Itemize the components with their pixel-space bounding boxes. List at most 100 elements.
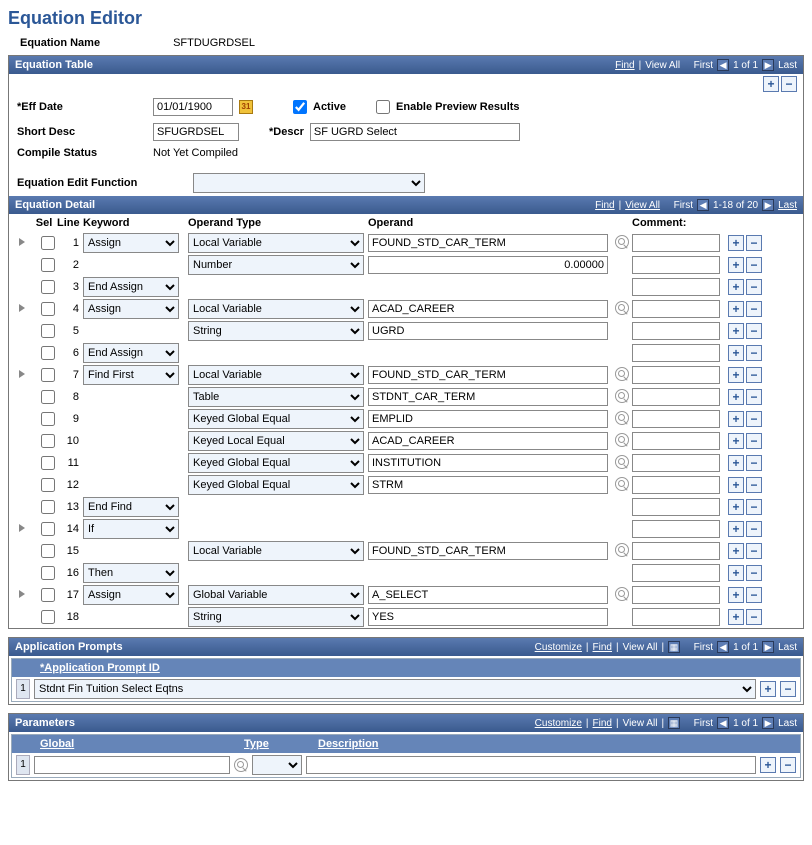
operand-input[interactable] (368, 366, 608, 384)
keyword-select[interactable]: Then (83, 563, 179, 583)
row-add-button[interactable]: + (728, 411, 744, 427)
row-add-button[interactable]: + (728, 279, 744, 295)
row-add-button[interactable]: + (728, 345, 744, 361)
lookup-icon[interactable] (615, 235, 629, 249)
pm-type-select[interactable] (252, 755, 302, 775)
lookup-icon[interactable] (234, 758, 248, 772)
operand-input[interactable] (368, 432, 608, 450)
row-remove-button[interactable]: − (746, 543, 762, 559)
ap-viewall-link[interactable]: View All (623, 642, 658, 653)
operand-type-select[interactable]: String (188, 607, 364, 627)
find-link[interactable]: Find (615, 60, 634, 71)
row-add-button[interactable]: + (728, 455, 744, 471)
row-remove-button[interactable]: − (746, 301, 762, 317)
grid-icon[interactable]: ▦ (668, 641, 680, 653)
expand-icon[interactable] (19, 590, 25, 598)
comment-input[interactable] (632, 234, 720, 252)
operand-input[interactable] (368, 476, 608, 494)
row-remove-button[interactable]: − (746, 587, 762, 603)
row-remove-button[interactable]: − (746, 609, 762, 625)
operand-input[interactable] (368, 322, 608, 340)
operand-input[interactable] (368, 586, 608, 604)
keyword-select[interactable]: If (83, 519, 179, 539)
pm-col-global[interactable]: Global (40, 738, 74, 750)
first-link[interactable]: First (694, 60, 713, 71)
comment-input[interactable] (632, 256, 720, 274)
expand-icon[interactable] (19, 304, 25, 312)
ap-add-button[interactable]: + (760, 681, 776, 697)
comment-input[interactable] (632, 278, 720, 296)
operand-type-select[interactable]: Keyed Local Equal (188, 431, 364, 451)
expand-icon[interactable] (19, 524, 25, 532)
comment-input[interactable] (632, 300, 720, 318)
lookup-icon[interactable] (615, 543, 629, 557)
comment-input[interactable] (632, 498, 720, 516)
row-remove-button[interactable]: − (746, 345, 762, 361)
operand-type-select[interactable]: Keyed Global Equal (188, 453, 364, 473)
row-remove-button[interactable]: − (746, 521, 762, 537)
short-desc-input[interactable] (153, 123, 239, 141)
row-add-button[interactable]: + (728, 609, 744, 625)
row-remove-button[interactable]: − (746, 389, 762, 405)
prev-icon[interactable]: ◀ (717, 59, 729, 71)
pm-global-input[interactable] (34, 756, 230, 774)
ap-customize-link[interactable]: Customize (535, 642, 582, 653)
keyword-select[interactable]: End Find (83, 497, 179, 517)
row-add-button[interactable]: + (728, 301, 744, 317)
comment-input[interactable] (632, 410, 720, 428)
comment-input[interactable] (632, 608, 720, 626)
add-row-button[interactable]: + (763, 76, 779, 92)
operand-type-select[interactable]: Local Variable (188, 365, 364, 385)
enable-preview-checkbox[interactable] (376, 100, 390, 114)
comment-input[interactable] (632, 432, 720, 450)
pm-find-link[interactable]: Find (593, 718, 612, 729)
row-remove-button[interactable]: − (746, 455, 762, 471)
lookup-icon[interactable] (615, 367, 629, 381)
operand-input[interactable] (368, 454, 608, 472)
operand-type-select[interactable]: Keyed Global Equal (188, 475, 364, 495)
operand-input[interactable] (368, 256, 608, 274)
operand-input[interactable] (368, 608, 608, 626)
keyword-select[interactable]: Assign (83, 233, 179, 253)
operand-input[interactable] (368, 234, 608, 252)
row-remove-button[interactable]: − (746, 499, 762, 515)
lookup-icon[interactable] (615, 389, 629, 403)
detail-prev-icon[interactable]: ◀ (697, 199, 709, 211)
row-remove-button[interactable]: − (746, 235, 762, 251)
ap-next-icon[interactable]: ▶ (762, 641, 774, 653)
row-add-button[interactable]: + (728, 565, 744, 581)
operand-input[interactable] (368, 410, 608, 428)
keyword-select[interactable]: Assign (83, 299, 179, 319)
detail-next-icon[interactable]: ▶ (762, 199, 774, 211)
pm-prev-icon[interactable]: ◀ (717, 717, 729, 729)
operand-type-select[interactable]: Local Variable (188, 299, 364, 319)
row-add-button[interactable]: + (728, 433, 744, 449)
comment-input[interactable] (632, 476, 720, 494)
ap-remove-button[interactable]: − (780, 681, 796, 697)
keyword-select[interactable]: Assign (83, 585, 179, 605)
expand-icon[interactable] (19, 370, 25, 378)
grid-icon[interactable]: ▦ (668, 717, 680, 729)
row-add-button[interactable]: + (728, 477, 744, 493)
operand-type-select[interactable]: Table (188, 387, 364, 407)
detail-viewall-link[interactable]: View All (625, 200, 660, 211)
operand-type-select[interactable]: Global Variable (188, 585, 364, 605)
keyword-select[interactable]: End Assign (83, 277, 179, 297)
row-remove-button[interactable]: − (746, 257, 762, 273)
ap-first-link[interactable]: First (694, 642, 713, 653)
ap-row-select[interactable]: Stdnt Fin Tuition Select Eqtns (34, 679, 756, 699)
comment-input[interactable] (632, 520, 720, 538)
pm-col-desc[interactable]: Description (318, 738, 379, 750)
last-link[interactable]: Last (778, 60, 797, 71)
pm-remove-button[interactable]: − (780, 757, 796, 773)
row-add-button[interactable]: + (728, 587, 744, 603)
row-remove-button[interactable]: − (746, 565, 762, 581)
ap-last-link[interactable]: Last (778, 642, 797, 653)
viewall-link[interactable]: View All (645, 60, 680, 71)
comment-input[interactable] (632, 454, 720, 472)
ap-prev-icon[interactable]: ◀ (717, 641, 729, 653)
operand-type-select[interactable]: Number (188, 255, 364, 275)
operand-input[interactable] (368, 300, 608, 318)
row-add-button[interactable]: + (728, 521, 744, 537)
row-add-button[interactable]: + (728, 543, 744, 559)
